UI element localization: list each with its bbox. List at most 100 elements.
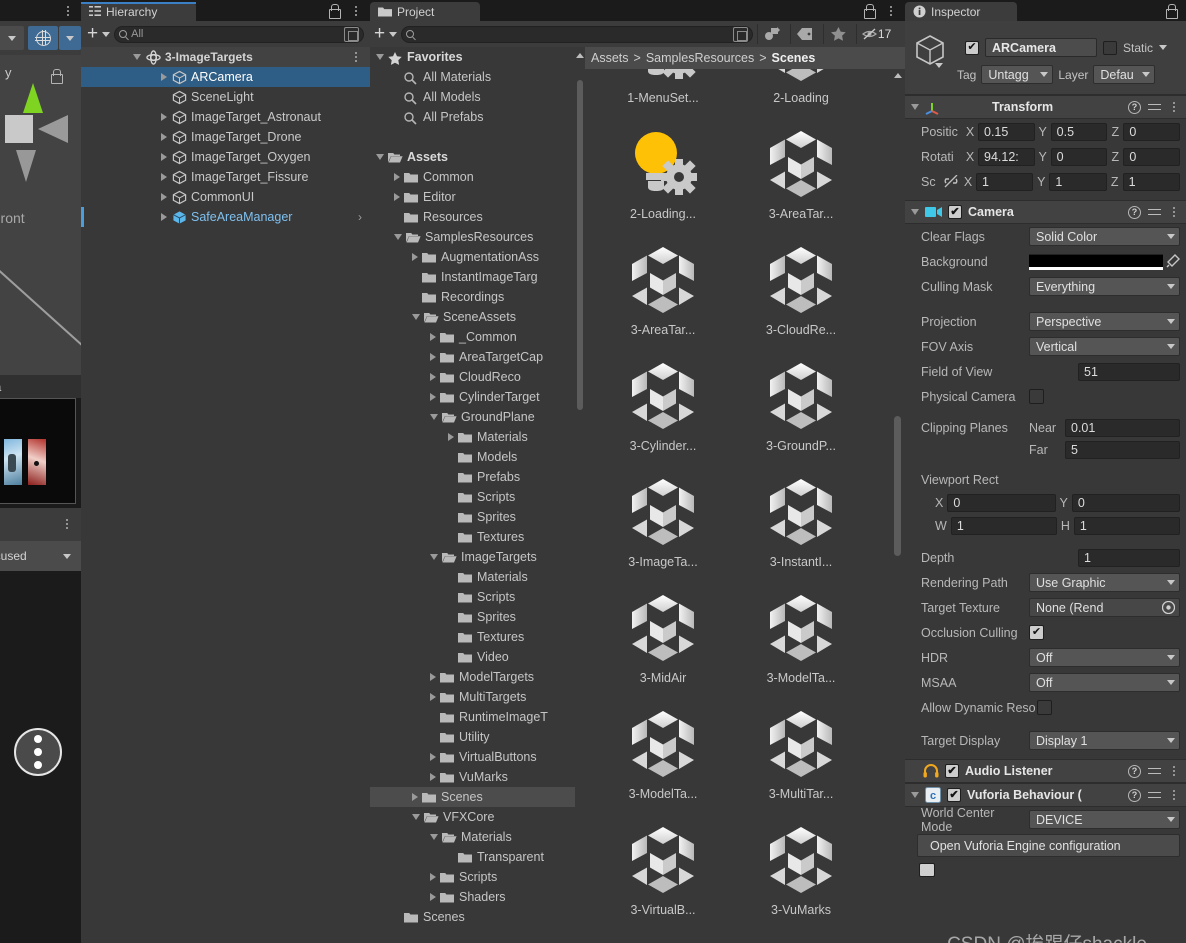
asset-item[interactable]: 3-VirtualB...: [593, 801, 733, 917]
asset-item[interactable]: 3-Cylinder...: [593, 337, 733, 453]
open-vuforia-config-button[interactable]: Open Vuforia Engine configuration: [917, 834, 1180, 857]
project-tree-item-runtimeimaget[interactable]: RuntimeImageT: [370, 707, 580, 727]
vuforia-enabled-checkbox[interactable]: ✔: [947, 788, 961, 802]
twirl-closed-icon[interactable]: [430, 893, 436, 901]
project-tree-item-sceneassets[interactable]: SceneAssets: [370, 307, 580, 327]
breadcrumb-item-0[interactable]: Assets: [591, 51, 629, 65]
asset-item[interactable]: 1-MenuSet...: [593, 69, 733, 105]
static-checkbox[interactable]: [1103, 40, 1117, 55]
project-tree-item-scripts[interactable]: Scripts: [370, 867, 580, 887]
project-tree-item-common[interactable]: Common: [370, 167, 580, 187]
project-tree-item-assets[interactable]: Assets: [370, 147, 580, 167]
twirl-closed-icon[interactable]: [430, 773, 436, 781]
chevron-down-icon[interactable]: [935, 63, 943, 68]
project-tree-item-multitargets[interactable]: MultiTargets: [370, 687, 580, 707]
gameobject-enabled-checkbox[interactable]: ✔: [965, 40, 979, 55]
twirl-open-icon[interactable]: [394, 234, 402, 240]
project-lock-icon[interactable]: [863, 4, 876, 19]
search-mode-icon[interactable]: [344, 26, 359, 42]
collapse-triangle-icon[interactable]: [911, 104, 919, 110]
twirl-closed-icon[interactable]: [448, 433, 454, 441]
project-tree-item-recordings[interactable]: Recordings: [370, 287, 580, 307]
twirl-closed-icon[interactable]: [430, 393, 436, 401]
position-y-field[interactable]: 0.5: [1050, 122, 1108, 141]
twirl-closed-icon[interactable]: [394, 193, 400, 201]
hierarchy-menu-icon[interactable]: [350, 5, 362, 16]
scroll-up-icon[interactable]: [576, 53, 584, 58]
hierarchy-item-imagetarget_fissure[interactable]: ImageTarget_Fissure: [81, 167, 370, 187]
asset-item[interactable]: 3-MidAir: [593, 569, 733, 685]
game-view-menu-icon[interactable]: [61, 519, 73, 529]
clear-flags-dropdown[interactable]: Solid Color: [1029, 227, 1180, 246]
asset-item[interactable]: 3-ImageTa...: [593, 453, 733, 569]
viewport-x-field[interactable]: 0: [947, 493, 1056, 512]
fov-axis-dropdown[interactable]: Vertical: [1029, 337, 1180, 356]
hierarchy-item-commonui[interactable]: CommonUI: [81, 187, 370, 207]
chevron-right-icon[interactable]: ›: [358, 210, 362, 224]
help-icon[interactable]: ?: [1128, 788, 1141, 802]
scene-viewport[interactable]: y Front: [0, 55, 105, 375]
asset-item[interactable]: 3-GroundP...: [731, 337, 871, 453]
rotation-x-field[interactable]: 94.12:: [978, 147, 1035, 166]
scroll-up-icon[interactable]: [894, 73, 902, 78]
project-tree-item-textures[interactable]: Textures: [370, 627, 580, 647]
twirl-open-icon[interactable]: [376, 154, 384, 160]
pivot-dropdown-button[interactable]: [0, 26, 24, 50]
twirl-closed-icon[interactable]: [430, 373, 436, 381]
camera-enabled-checkbox[interactable]: ✔: [948, 205, 962, 219]
gameobject-icon[interactable]: [913, 33, 947, 68]
vuforia-component-header[interactable]: c ✔ Vuforia Behaviour ( ?: [905, 783, 1186, 807]
create-asset-button[interactable]: +: [374, 24, 385, 43]
twirl-closed-icon[interactable]: [161, 153, 167, 161]
twirl-closed-icon[interactable]: [161, 133, 167, 141]
twirl-closed-icon[interactable]: [430, 693, 436, 701]
background-color-swatch[interactable]: [1029, 253, 1163, 270]
twirl-closed-icon[interactable]: [412, 793, 418, 801]
twirl-open-icon[interactable]: [412, 314, 420, 320]
project-tree-item-areatargetcap[interactable]: AreaTargetCap: [370, 347, 580, 367]
asset-item[interactable]: 3-ModelTa...: [593, 685, 733, 801]
camera-component-header[interactable]: ✔ Camera ?: [905, 200, 1186, 224]
project-tree-item-shaders[interactable]: Shaders: [370, 887, 580, 907]
twirl-open-icon[interactable]: [430, 554, 438, 560]
project-tree-item-vfxcore[interactable]: VFXCore: [370, 807, 580, 827]
scale-y-field[interactable]: 1: [1049, 172, 1107, 191]
audio-listener-component-header[interactable]: ✔ Audio Listener ?: [905, 759, 1186, 783]
scrollbar-thumb[interactable]: [577, 80, 583, 410]
twirl-open-icon[interactable]: [376, 54, 384, 60]
game-view-focus-dropdown[interactable]: ocused: [0, 541, 81, 571]
msaa-dropdown[interactable]: Off: [1029, 673, 1180, 692]
project-tree-item-groundplane[interactable]: GroundPlane: [370, 407, 580, 427]
gizmo-y-axis-cone[interactable]: [23, 83, 43, 113]
project-tree-item-resources[interactable]: Resources: [370, 207, 580, 227]
search-mode-icon[interactable]: [733, 26, 749, 42]
hierarchy-item-imagetarget_drone[interactable]: ImageTarget_Drone: [81, 127, 370, 147]
scale-z-field[interactable]: 1: [1122, 172, 1180, 191]
preset-icon[interactable]: [1148, 765, 1161, 778]
vuforia-extra-checkbox[interactable]: [919, 863, 935, 877]
project-tree-item-cylindertarget[interactable]: CylinderTarget: [370, 387, 580, 407]
physical-camera-checkbox[interactable]: [1029, 389, 1044, 404]
gizmo-x-axis-cone[interactable]: [38, 115, 68, 143]
project-tree-item-augmentationass[interactable]: AugmentationAss: [370, 247, 580, 267]
scene-row-menu-icon[interactable]: [350, 52, 362, 62]
asset-item[interactable]: 3-MultiTar...: [731, 685, 871, 801]
transform-component-header[interactable]: Transform ?: [905, 95, 1186, 119]
viewport-h-field[interactable]: 1: [1073, 516, 1180, 535]
twirl-closed-icon[interactable]: [161, 193, 167, 201]
hierarchy-lock-icon[interactable]: [328, 4, 341, 19]
hidden-count-icon[interactable]: 17: [856, 24, 897, 44]
hierarchy-item-imagetarget_astronaut[interactable]: ImageTarget_Astronaut: [81, 107, 370, 127]
twirl-open-icon[interactable]: [412, 814, 420, 820]
project-tree-item-scripts[interactable]: Scripts: [370, 487, 580, 507]
twirl-closed-icon[interactable]: [430, 753, 436, 761]
twirl-closed-icon[interactable]: [161, 173, 167, 181]
project-tree-item-video[interactable]: Video: [370, 647, 580, 667]
twirl-closed-icon[interactable]: [161, 113, 167, 121]
dynamic-resolution-checkbox[interactable]: [1037, 700, 1052, 715]
hdr-dropdown[interactable]: Off: [1029, 648, 1180, 667]
component-menu-icon[interactable]: [1168, 790, 1180, 800]
twirl-closed-icon[interactable]: [161, 73, 167, 81]
handle-mode-dropdown[interactable]: [59, 26, 81, 50]
gameobject-name-field[interactable]: ARCamera: [985, 38, 1097, 57]
